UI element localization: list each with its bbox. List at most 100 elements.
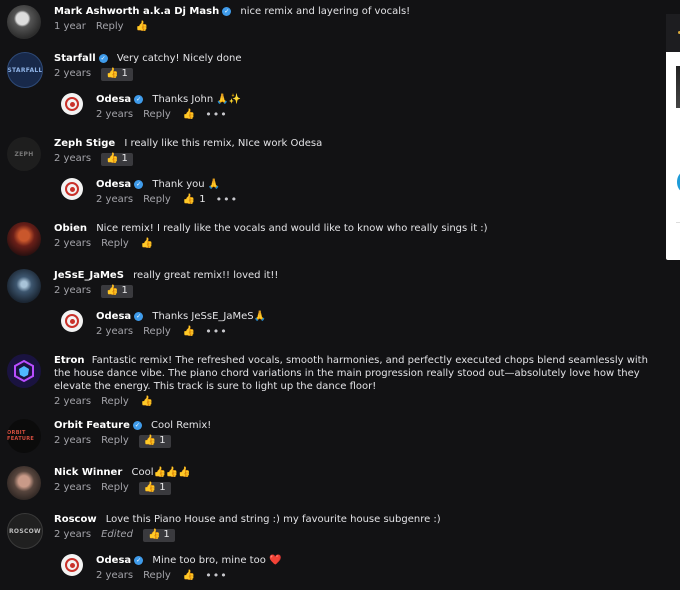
odesa-logo-icon	[65, 558, 79, 572]
user-avatar[interactable]	[61, 93, 83, 115]
like-count: 1	[121, 68, 128, 79]
comment-text: Thank you 🙏	[152, 179, 221, 190]
comment-text: nice remix and layering of vocals!	[240, 6, 411, 17]
reply-button[interactable]: Reply	[101, 481, 129, 495]
comment-text: Thanks John 🙏✨	[152, 94, 242, 105]
thumbs-up-icon[interactable]: 👍	[183, 569, 195, 583]
popup-thumbnail[interactable]	[676, 66, 680, 108]
comment-username[interactable]: Etron	[54, 355, 85, 366]
comment-username[interactable]: Odesa	[96, 179, 131, 190]
like-count-badge[interactable]: 👍 1	[101, 67, 133, 81]
comment-username[interactable]: Orbit Feature	[54, 420, 130, 431]
comment-time: 2 years	[54, 396, 92, 407]
reply-button[interactable]: Reply	[143, 193, 171, 207]
comment-text: Mine too bro, mine too ❤️	[152, 555, 282, 566]
comment-time: 2 years	[96, 109, 134, 120]
verified-icon: ✓	[134, 312, 144, 321]
user-avatar[interactable]: STARFALL	[7, 52, 43, 88]
thumbs-up-icon[interactable]: 👍	[136, 20, 148, 34]
thumbs-up-icon: 👍	[106, 153, 119, 164]
popup-divider	[676, 222, 680, 223]
edited-label: Edited	[101, 529, 133, 540]
comment-time: 2 years	[96, 194, 134, 205]
thumbs-up-icon: 👍	[143, 435, 157, 446]
like-count-badge[interactable]: 👍 1	[138, 481, 171, 495]
comment-time: 2 years	[54, 153, 92, 164]
comment-username[interactable]: Odesa	[96, 311, 131, 322]
comment-username[interactable]: Mark Ashworth a.k.a Dj Mash	[54, 6, 219, 17]
comment-username[interactable]: Obien	[54, 223, 87, 234]
more-options-icon[interactable]: •••	[205, 325, 227, 339]
verified-icon: ✓	[134, 95, 144, 104]
more-options-icon[interactable]: •••	[205, 569, 227, 583]
comment-time: 2 years	[54, 238, 92, 249]
thumbs-up-icon[interactable]: 👍	[183, 325, 195, 339]
comment-time: 2 years	[54, 435, 92, 446]
wolf-logo-icon	[14, 359, 34, 383]
verified-icon: ✓	[222, 7, 232, 16]
reply-button[interactable]: Reply	[143, 325, 171, 339]
thumbs-up-icon: 👍	[106, 285, 119, 296]
comment-time: 2 years	[54, 285, 92, 296]
reply-button[interactable]: Reply	[101, 434, 129, 448]
like-count: 1	[121, 285, 128, 296]
comment-thread: Mark Ashworth a.k.a Dj Mash ✓ nice remix …	[0, 0, 665, 590]
thumbs-up-icon[interactable]: 👍	[183, 108, 195, 122]
like-count: 1	[159, 435, 166, 446]
like-count-badge[interactable]: 👍 1	[138, 434, 171, 448]
comment-text: Fantastic remix! The refreshed vocals, s…	[54, 355, 648, 392]
like-count-badge[interactable]: 👍 1	[142, 528, 175, 542]
comment-text: Love this Piano House and string :) my f…	[105, 514, 441, 525]
reply-button[interactable]: Reply	[143, 569, 171, 583]
comment-text: Thanks JeSsE_JaMeS🙏	[152, 311, 267, 322]
verified-icon: ✓	[132, 421, 142, 430]
avatar-logo-text: ROSCOW	[9, 527, 41, 535]
thumbs-up-icon[interactable]: 👍	[141, 395, 153, 409]
comment-time: 2 years	[96, 570, 134, 581]
user-avatar[interactable]	[61, 310, 83, 332]
user-avatar[interactable]: ORBIT FEATURE	[7, 419, 41, 453]
comment-username[interactable]: Roscow	[54, 514, 97, 525]
reply-button[interactable]: Reply	[101, 395, 129, 409]
popup-header	[666, 14, 680, 52]
comment-time: 2 years	[54, 529, 92, 540]
more-options-icon[interactable]: •••	[205, 108, 227, 122]
comment-username[interactable]: Starfall	[54, 53, 96, 64]
comment-username[interactable]: Odesa	[96, 94, 131, 105]
user-avatar[interactable]	[7, 269, 41, 303]
like-count-badge[interactable]: 👍 1	[101, 152, 133, 166]
like-count: 1	[163, 529, 170, 540]
odesa-logo-icon	[65, 97, 79, 111]
more-options-icon[interactable]: •••	[216, 193, 238, 207]
comment-text: Very catchy! Nicely done	[116, 53, 242, 64]
reply-button[interactable]: Reply	[143, 108, 171, 122]
comment-username[interactable]: Zeph Stige	[54, 138, 115, 149]
user-avatar[interactable]: ZEPH	[7, 137, 41, 171]
comment-time: 2 years	[54, 482, 92, 493]
thumbs-up-icon: 👍	[143, 482, 157, 493]
side-popup-panel[interactable]	[666, 14, 680, 260]
odesa-logo-icon	[65, 182, 79, 196]
avatar-logo-text: ORBIT FEATURE	[7, 430, 35, 442]
like-count: 1	[121, 153, 128, 164]
comment-username[interactable]: Nick Winner	[54, 467, 122, 478]
user-avatar[interactable]	[7, 5, 41, 39]
thumbs-up-icon[interactable]: 👍	[183, 193, 195, 207]
comment-username[interactable]: JeSsE_JaMeS	[54, 270, 124, 281]
like-count: 1	[199, 194, 206, 205]
user-avatar[interactable]	[7, 222, 41, 256]
avatar-logo-text: ZEPH	[14, 150, 34, 158]
user-avatar[interactable]	[61, 554, 83, 576]
user-avatar[interactable]	[61, 178, 83, 200]
user-avatar[interactable]: ROSCOW	[7, 513, 43, 549]
verified-icon: ✓	[134, 180, 144, 189]
thumbs-up-icon: 👍	[147, 529, 161, 540]
avatar-logo-text: STARFALL	[7, 66, 43, 74]
like-count-badge[interactable]: 👍 1	[101, 284, 133, 298]
comment-username[interactable]: Odesa	[96, 555, 131, 566]
reply-button[interactable]: Reply	[96, 20, 124, 34]
reply-button[interactable]: Reply	[101, 237, 129, 251]
user-avatar[interactable]	[7, 466, 41, 500]
thumbs-up-icon[interactable]: 👍	[141, 237, 153, 251]
user-avatar[interactable]	[7, 354, 41, 388]
